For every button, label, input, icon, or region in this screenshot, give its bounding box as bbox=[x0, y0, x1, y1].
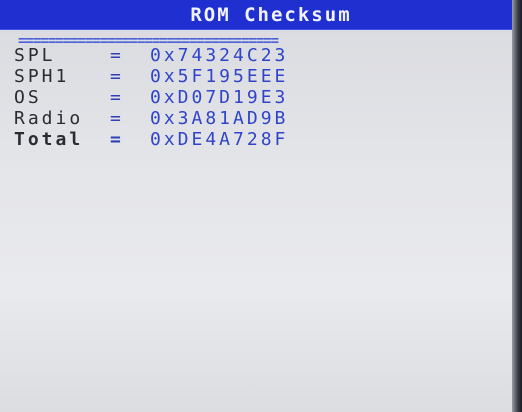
checksum-row-os: OS = 0xD07D19E3 bbox=[14, 87, 288, 108]
row-equals: = bbox=[110, 108, 124, 129]
row-label: Radio bbox=[14, 108, 84, 129]
screen-title: ROM Checksum bbox=[190, 4, 352, 26]
checksum-row-spl: SPL = 0x74324C23 bbox=[14, 45, 288, 66]
title-bar: ROM Checksum bbox=[0, 0, 512, 30]
row-label: SPL bbox=[14, 45, 56, 66]
checksum-row-radio: Radio = 0x3A81AD9B bbox=[14, 108, 288, 129]
row-value: 0xDE4A728F bbox=[150, 129, 289, 150]
row-value: 0x74324C23 bbox=[150, 45, 289, 66]
row-equals: = bbox=[110, 129, 124, 150]
row-label: OS bbox=[14, 87, 42, 108]
row-label: Total bbox=[14, 129, 84, 150]
row-equals: = bbox=[110, 66, 124, 87]
row-value: 0x5F195EEE bbox=[150, 66, 289, 87]
checksum-row-total: Total = 0xDE4A728F bbox=[14, 129, 288, 150]
rom-checksum-screen: ROM Checksum ===========================… bbox=[0, 0, 522, 412]
row-value: 0xD07D19E3 bbox=[150, 87, 289, 108]
row-equals: = bbox=[110, 45, 124, 66]
row-label: SPH1 bbox=[14, 66, 70, 87]
row-equals: = bbox=[110, 87, 124, 108]
row-value: 0x3A81AD9B bbox=[150, 108, 289, 129]
checksum-row-sph1: SPH1 = 0x5F195EEE bbox=[14, 66, 288, 87]
device-bezel bbox=[512, 0, 522, 412]
checksum-list: SPL = 0x74324C23 SPH1 = 0x5F195EEE OS = … bbox=[14, 45, 288, 150]
